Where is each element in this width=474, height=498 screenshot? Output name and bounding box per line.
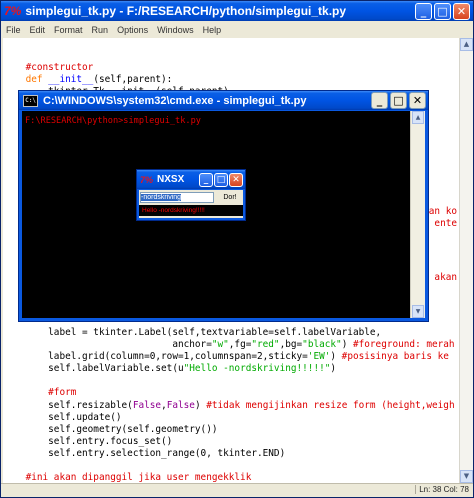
code-token: False — [166, 399, 195, 411]
code-line: label = tkinter.Label(self,textvariable=… — [3, 327, 459, 339]
editor-maximize-button[interactable]: □ — [434, 2, 451, 20]
editor-close-button[interactable]: ✕ — [453, 2, 470, 20]
code-token: ) — [330, 351, 342, 363]
cmd-title: C:\WINDOWS\system32\cmd.exe - simplegui_… — [43, 94, 307, 107]
cursor-position: Ln: 38 Col: 78 — [415, 485, 469, 494]
nxsx-close-button[interactable]: ✕ — [229, 172, 243, 187]
scroll-up-arrow-icon[interactable]: ▲ — [412, 111, 424, 124]
code-token: ,fg= — [228, 339, 252, 351]
menu-help[interactable]: Help — [203, 25, 222, 35]
cmd-close-button[interactable]: ✕ — [409, 92, 426, 109]
nxsx-minimize-button[interactable]: _ — [199, 172, 213, 187]
nxsx-maximize-button[interactable]: □ — [214, 172, 228, 187]
code-token: #tidak mengijinkan resize form (height,w… — [206, 399, 455, 411]
cmd-minimize-button[interactable]: _ — [371, 92, 388, 109]
code-token: "black" — [302, 339, 342, 351]
code-fragment: an ko — [428, 206, 457, 217]
code-token: self.geometry(self.geometry()) — [3, 423, 218, 435]
nxsx-window: 7% NXSX _ □ ✕ -nordskriving Dor! Hello -… — [136, 169, 246, 221]
code-token: anchor= — [3, 339, 212, 351]
cmd-vertical-scrollbar[interactable]: ▲ ▼ — [410, 111, 425, 318]
code-line: self.entry.focus_set() — [3, 436, 459, 448]
code-token: self.update() — [3, 411, 122, 423]
code-token: __init__ — [48, 74, 94, 86]
code-token: #foreground: merah — [352, 339, 455, 351]
code-token: "w" — [211, 339, 229, 351]
menu-format[interactable]: Format — [54, 25, 83, 35]
code-area-lower[interactable]: label = tkinter.Label(self,textvariable=… — [3, 327, 459, 483]
entry-selected-text: -nordskriving — [141, 194, 182, 201]
code-line: #constructor — [3, 62, 459, 74]
code-token: self.entry.selection_range(0, tkinter.EN… — [3, 447, 286, 459]
code-token: "Hello -nordskriving!!!!!" — [183, 363, 331, 375]
editor-vertical-scrollbar[interactable]: ▲ ▼ — [459, 38, 473, 483]
code-token: self.labelVariable.set(u — [3, 363, 184, 375]
editor-title: simplegui_tk.py - F:/RESEARCH/python/sim… — [25, 4, 347, 18]
python-idle-icon: 7% — [4, 4, 22, 18]
code-fragment: akan — [434, 272, 457, 283]
menu-edit[interactable]: Edit — [30, 25, 46, 35]
code-line: def __init__(self,parent): — [3, 74, 459, 86]
code-line: #ini akan dipanggil jika user mengekklik — [3, 472, 459, 483]
code-token: label = tkinter.Label(self,textvariable=… — [3, 327, 382, 338]
hello-label: Hello -nordskriving!!!!! — [139, 205, 243, 216]
code-line: self.labelVariable.set(u"Hello -nordskri… — [3, 363, 459, 375]
code-token: (self,parent): — [93, 74, 173, 86]
scroll-down-arrow-icon[interactable]: ▼ — [412, 305, 424, 318]
cmd-icon: C:\ — [23, 94, 38, 107]
code-line: label.grid(column=0,row=1,columnspan=2,s… — [3, 351, 459, 363]
code-token: self.resizable( — [3, 399, 133, 411]
menu-file[interactable]: File — [6, 25, 21, 35]
code-line: #form — [3, 387, 459, 399]
code-token: #posisinya baris ke — [341, 351, 449, 363]
code-line: self.entry.selection_range(0, tkinter.EN… — [3, 448, 459, 460]
code-line: self.resizable(False,False) #tidak mengi… — [3, 400, 459, 412]
menu-run[interactable]: Run — [92, 25, 109, 35]
code-token: #form — [3, 387, 77, 399]
editor-titlebar[interactable]: 7% simplegui_tk.py - F:/RESEARCH/python/… — [1, 1, 473, 21]
code-token: ) — [194, 399, 207, 411]
editor-minimize-button[interactable]: _ — [415, 2, 432, 20]
cmd-titlebar[interactable]: C:\ C:\WINDOWS\system32\cmd.exe - simple… — [19, 91, 428, 110]
code-token: #constructor — [3, 62, 94, 74]
code-token: ) — [330, 363, 337, 375]
code-line: anchor="w",fg="red",bg="black") #foregro… — [3, 339, 459, 351]
code-token: ,bg= — [279, 339, 303, 351]
cmd-maximize-button[interactable]: □ — [390, 92, 407, 109]
menu-options[interactable]: Options — [117, 25, 148, 35]
menu-windows[interactable]: Windows — [157, 25, 194, 35]
name-entry[interactable]: -nordskriving — [140, 192, 214, 203]
code-fragment: ente — [434, 218, 457, 229]
scroll-up-arrow-icon[interactable]: ▲ — [460, 38, 473, 51]
code-token: self.entry.focus_set() — [3, 435, 173, 447]
status-bar: Ln: 38 Col: 78 — [1, 483, 473, 497]
nxsx-titlebar[interactable]: 7% NXSX _ □ ✕ — [137, 170, 245, 189]
nxsx-body: -nordskriving Dor! Hello -nordskriving!!… — [139, 190, 243, 218]
code-token: label.grid(column=0,row=1,columnspan=2,s… — [3, 351, 308, 363]
nxsx-title: NXSX — [157, 174, 185, 185]
code-line: self.geometry(self.geometry()) — [3, 424, 459, 436]
code-token: 'EW' — [307, 351, 331, 363]
code-token: ) — [341, 339, 353, 351]
dor-button[interactable]: Dor! — [217, 192, 243, 203]
code-line: self.update() — [3, 412, 459, 424]
scroll-down-arrow-icon[interactable]: ▼ — [460, 470, 473, 483]
code-token: False — [132, 399, 162, 411]
menu-bar: File Edit Format Run Options Windows Help — [1, 22, 473, 37]
code-token: #ini akan dipanggil jika user mengekklik — [3, 472, 252, 483]
code-token: def — [3, 74, 49, 86]
code-token: "red" — [251, 339, 280, 351]
tk-feather-icon: 7% — [140, 174, 154, 185]
